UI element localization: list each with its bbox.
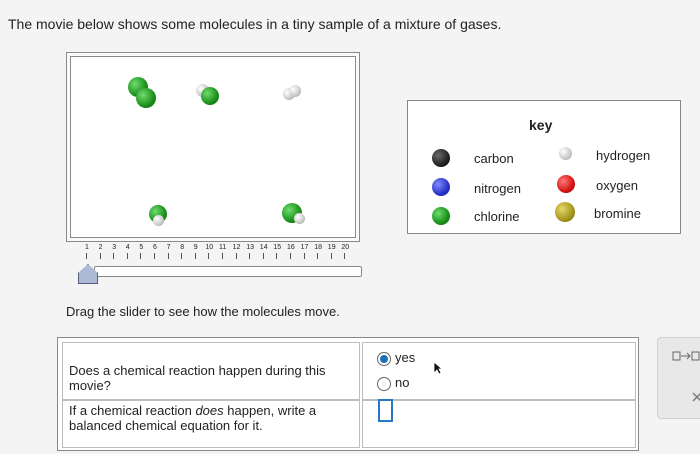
question2-text-part1: If a chemical reaction (69, 403, 196, 418)
chlorine-swatch (432, 207, 450, 225)
slider-tick-label: 14 (259, 244, 268, 251)
slider-tick-label: 3 (112, 244, 117, 251)
slider-tick-label: 4 (125, 244, 130, 251)
slider-tick-mark (262, 253, 264, 259)
chlorine-atom (136, 88, 156, 108)
slider-tick-mark (249, 253, 251, 259)
key-label-carbon: carbon (474, 151, 514, 166)
slider-tick-mark (276, 253, 278, 259)
reaction-arrow-icon[interactable] (672, 350, 700, 362)
key-label-nitrogen: nitrogen (474, 181, 521, 196)
question2-text: If a chemical reaction does happen, writ… (69, 403, 355, 433)
slider-tick-mark (344, 253, 346, 259)
oxygen-swatch (557, 175, 575, 193)
slider-tick-mark (235, 253, 237, 259)
equation-input[interactable] (378, 399, 393, 422)
bromine-swatch (555, 202, 575, 222)
equation-tool-panel (657, 337, 700, 419)
slider-tick-label: 1 (85, 244, 89, 251)
slider-tick-label: 9 (193, 244, 198, 251)
movie-canvas (70, 56, 356, 238)
question-table: Does a chemical reaction happen during t… (57, 337, 639, 451)
chlorine-atom (201, 87, 219, 105)
question2-text-emphasis: does (195, 403, 224, 418)
slider-tick-label: 18 (314, 244, 322, 251)
slider-tick-label: 19 (327, 244, 336, 251)
hydrogen-chloride-molecule (149, 205, 173, 227)
slider-tick-label: 6 (153, 244, 157, 251)
question2-cell: If a chemical reaction does happen, writ… (62, 400, 360, 448)
hydrogen-chloride-molecule (282, 203, 308, 227)
chlorine-molecule (128, 77, 160, 109)
hydrogen-molecule (283, 85, 303, 103)
hydrogen-atom (289, 85, 301, 97)
slider-tick-mark (181, 253, 183, 259)
slider-tick-mark (113, 253, 115, 259)
question-prompt: The movie below shows some molecules in … (8, 16, 502, 32)
key-title: key (529, 117, 553, 133)
hydrogen-swatch (559, 147, 572, 160)
key-label-oxygen: oxygen (596, 178, 638, 193)
slider-tick-label: 13 (246, 244, 254, 251)
slider-tick-label: 12 (232, 244, 241, 251)
slider-tick-mark (194, 253, 196, 259)
slider-tick-label: 10 (205, 244, 214, 251)
slider-tick-mark (126, 253, 128, 259)
slider-tick-label: 7 (166, 244, 171, 251)
question1-text: Does a chemical reaction happen during t… (69, 363, 326, 393)
carbon-swatch (432, 149, 450, 167)
slider-tick-mark (290, 253, 291, 259)
close-icon[interactable] (692, 392, 700, 402)
slider-tick-mark (330, 253, 332, 259)
slider-tick-label: 16 (287, 244, 295, 251)
movie-viewer (66, 52, 360, 242)
question2-answer-cell (362, 400, 636, 448)
radio-no[interactable] (377, 377, 391, 391)
radio-yes[interactable] (377, 352, 391, 366)
key-label-hydrogen: hydrogen (596, 148, 651, 163)
slider-tick-mark (154, 253, 155, 259)
key-label-chlorine: chlorine (474, 209, 520, 224)
drag-hint: Drag the slider to see how the molecules… (66, 304, 340, 319)
slider-tick-mark (140, 253, 142, 259)
radio-yes-label: yes (395, 350, 416, 365)
slider-tick-label: 5 (139, 244, 144, 251)
slider-tick-label: 11 (219, 244, 227, 251)
radio-no-label: no (395, 375, 410, 390)
key-panel: key carbon nitrogen chlorine hydrogen ox… (407, 100, 681, 234)
slider-tick-label: 2 (98, 244, 103, 251)
slider-tick-mark (317, 253, 319, 259)
slider-ticks: 1 2 3 4 5 6 7 8 9 10 11 12 13 14 15 16 17 18 19 20 (80, 244, 360, 262)
question1-cell: Does a chemical reaction happen during t… (62, 342, 360, 400)
slider-tick-label: 15 (273, 244, 282, 251)
hydrogen-chloride-molecule (196, 84, 222, 106)
mouse-cursor-icon (433, 361, 443, 375)
hydrogen-atom (294, 213, 305, 224)
nitrogen-swatch (432, 178, 450, 196)
slider-tick-label: 20 (341, 244, 350, 251)
slider-tick-label: 8 (180, 244, 185, 251)
hydrogen-atom (153, 215, 164, 226)
slider-tick-mark (99, 253, 101, 259)
slider-tick-label: 17 (300, 244, 309, 251)
slider-tick-mark (222, 253, 223, 259)
movie-slider-track[interactable] (94, 266, 362, 277)
key-label-bromine: bromine (594, 206, 641, 221)
slider-tick-mark (208, 253, 210, 259)
slider-tick-mark (86, 253, 87, 259)
slider-tick-mark (167, 253, 169, 259)
slider-tick-mark (303, 253, 305, 259)
